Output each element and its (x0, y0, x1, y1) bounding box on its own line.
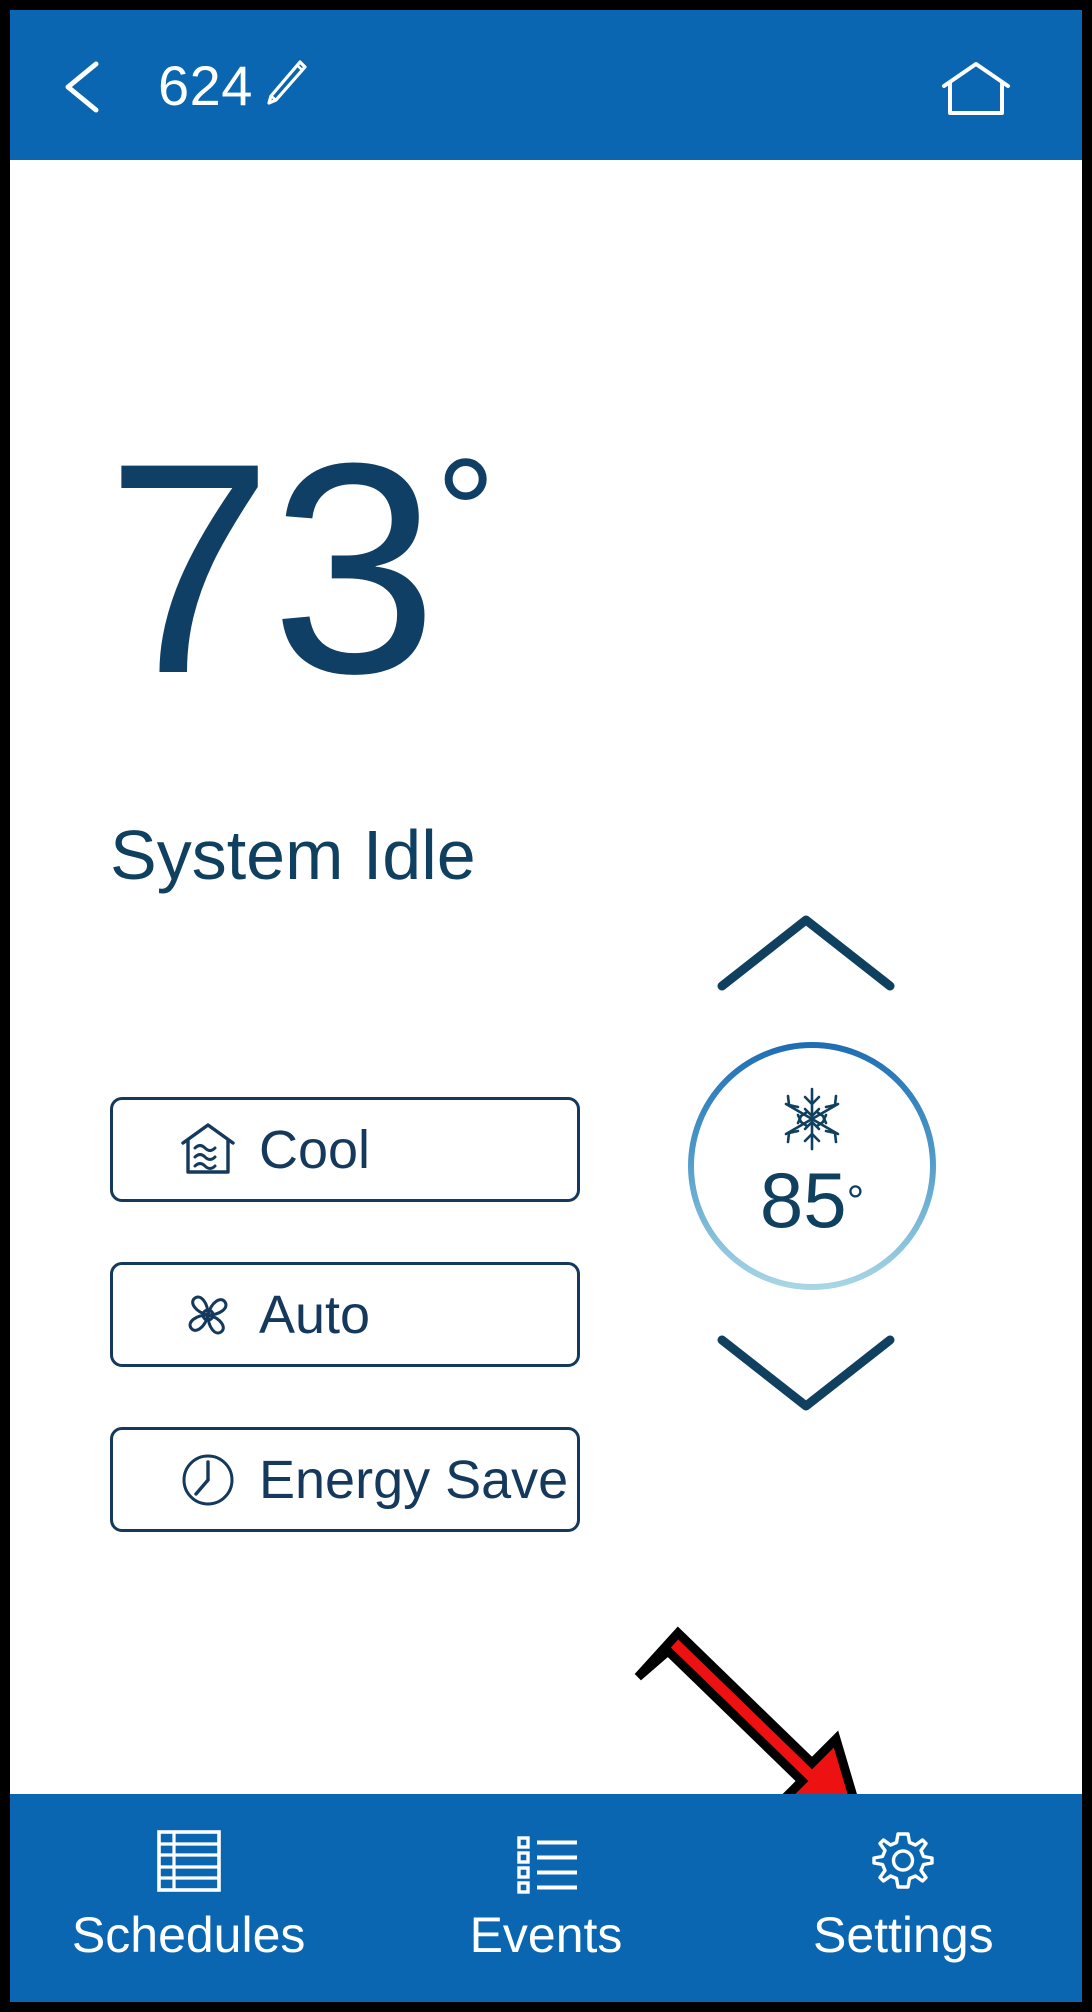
device-frame: 624 73° System Idle Cool Auto Energy Sav… (0, 0, 1092, 2012)
setpoint-degree: ° (846, 1177, 865, 1226)
setpoint-decrease-button[interactable] (716, 1332, 896, 1414)
pencil-edit-icon[interactable] (260, 58, 308, 108)
bottom-navigation-bar: Schedules Events Settings (10, 1794, 1082, 2002)
house-cool-icon (181, 1122, 235, 1174)
mode-label-auto: Auto (259, 1284, 371, 1345)
clock-icon (182, 1454, 234, 1505)
nav-label-schedules: Schedules (71, 1907, 306, 1963)
mode-label-energy-save: Energy Save (259, 1449, 569, 1510)
bulleted-list-icon (517, 1836, 577, 1894)
nav-label-events: Events (469, 1907, 623, 1963)
mode-label-cool: Cool (259, 1119, 371, 1180)
gear-icon (872, 1832, 935, 1889)
setpoint-value: 85 (759, 1156, 847, 1244)
page-title: 624 (158, 54, 253, 117)
main-content: 73° System Idle Cool Auto Energy Save 85… (10, 160, 1082, 1794)
mode-button-energy-save[interactable]: Energy Save (110, 1427, 580, 1532)
current-temperature: 73° (106, 418, 496, 718)
nav-label-settings: Settings (812, 1907, 994, 1963)
nav-item-settings[interactable]: Settings (725, 1794, 1082, 2002)
current-temperature-degree: ° (435, 427, 496, 595)
mode-button-auto[interactable]: Auto (110, 1262, 580, 1367)
fan-icon (188, 1295, 228, 1334)
system-status: System Idle (110, 816, 476, 894)
app-header: 624 (10, 10, 1082, 160)
home-icon[interactable] (940, 60, 1012, 118)
mode-button-cool[interactable]: Cool (110, 1097, 580, 1202)
nav-item-events[interactable]: Events (367, 1794, 724, 2002)
setpoint-dial[interactable]: 85° (686, 1040, 938, 1292)
snowflake-icon (784, 1087, 840, 1151)
setpoint-value-display: 85° (686, 1160, 938, 1240)
nav-item-schedules[interactable]: Schedules (10, 1794, 367, 2002)
app-screen: 624 73° System Idle Cool Auto Energy Sav… (10, 10, 1082, 2002)
back-chevron-icon[interactable] (58, 58, 110, 116)
current-temperature-value: 73 (106, 400, 438, 736)
setpoint-increase-button[interactable] (716, 912, 896, 994)
table-grid-icon (156, 1830, 221, 1892)
